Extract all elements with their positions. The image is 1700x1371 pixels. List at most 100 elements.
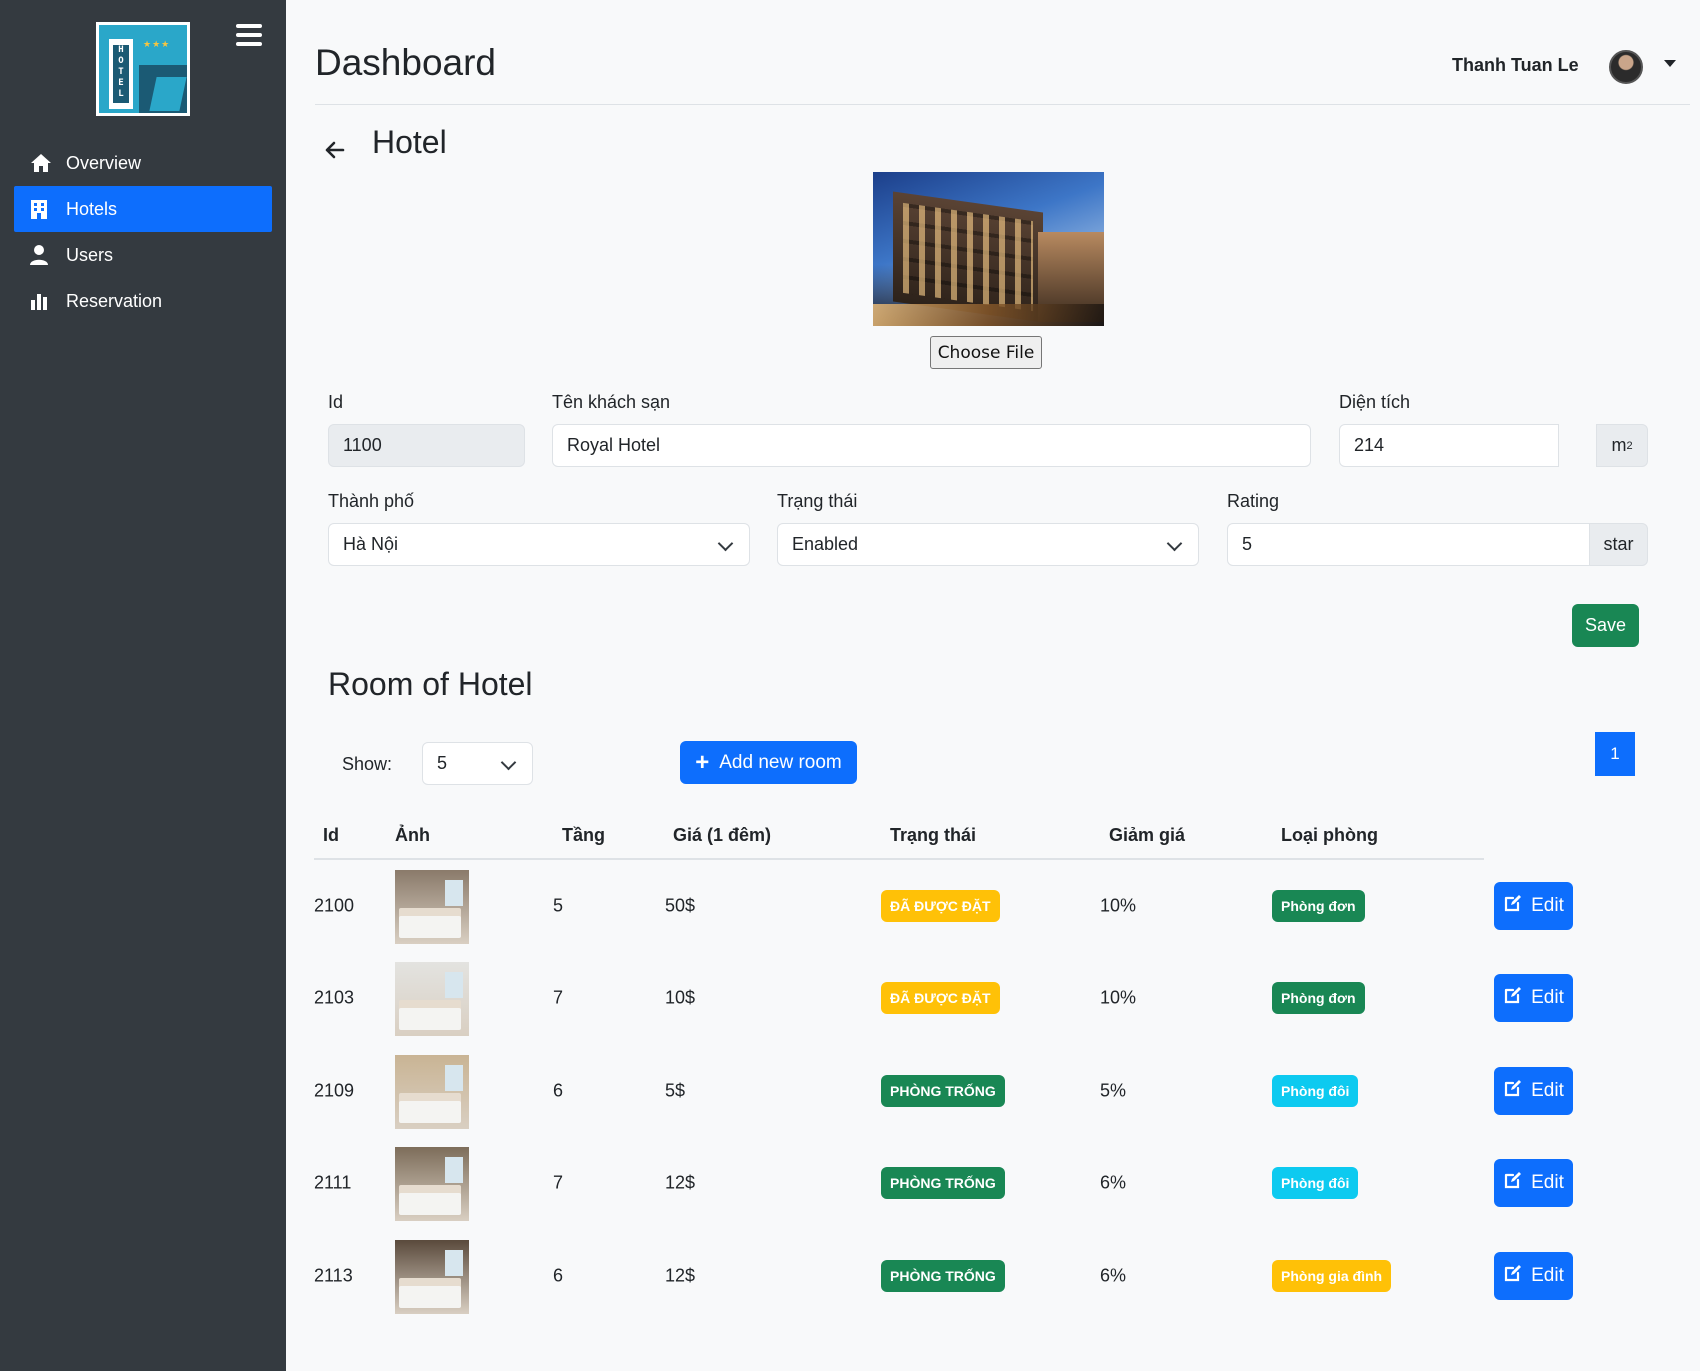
room-image	[395, 1240, 469, 1314]
sidebar-item-users[interactable]: Users	[14, 232, 272, 278]
room-id: 2109	[314, 1080, 355, 1101]
edit-room-button[interactable]: Edit	[1494, 1159, 1573, 1207]
sidebar-item-label: Hotels	[66, 198, 118, 219]
edit-room-button[interactable]: Edit	[1494, 974, 1573, 1022]
room-status-badge: ĐÃ ĐƯỢC ĐẶT	[881, 982, 1000, 1014]
city-value: Hà Nội	[343, 534, 399, 554]
room-status-badge: ĐÃ ĐƯỢC ĐẶT	[881, 890, 1000, 922]
rating-unit: star	[1589, 523, 1648, 566]
room-price: 12$	[665, 1172, 696, 1193]
col-header-room-type: Loại phòng	[1281, 825, 1378, 845]
id-value: 1100	[343, 435, 382, 455]
table-row: 2113 6 12$ PHÒNG TRỐNG 6% Phòng gia đình Edit	[0, 1230, 1700, 1322]
room-id: 2103	[314, 987, 355, 1008]
room-discount: 6%	[1100, 1265, 1127, 1286]
table-row: 2111 7 12$ PHÒNG TRỐNG 6% Phòng đôi Edit	[0, 1137, 1700, 1229]
rooms-title: Room of Hotel	[328, 666, 533, 702]
edit-icon	[1503, 893, 1531, 919]
area-input[interactable]: 214	[1339, 424, 1559, 467]
area-unit-base: m	[1611, 435, 1627, 455]
room-price: 5$	[665, 1080, 686, 1101]
room-floor: 5	[553, 895, 564, 916]
menu-toggle-icon[interactable]	[236, 24, 262, 48]
add-room-label: Add new room	[719, 751, 842, 773]
hotel-name-label: Tên khách sạn	[552, 392, 671, 412]
table-row: 2103 7 10$ ĐÃ ĐƯỢC ĐẶT 10% Phòng đơn Edit	[0, 952, 1700, 1044]
table-row: 2100 5 50$ ĐÃ ĐƯỢC ĐẶT 10% Phòng đơn Edit	[0, 860, 1700, 952]
sidebar-nav: Overview Hotels Users Reservation	[14, 140, 272, 324]
page-size-select[interactable]: 5	[422, 742, 533, 785]
building-icon	[30, 199, 60, 219]
hotel-logo[interactable]: HOTEL ★★★	[96, 22, 190, 116]
id-field: 1100	[328, 424, 525, 467]
status-value: Enabled	[792, 534, 859, 554]
home-icon	[30, 153, 60, 173]
sidebar-item-hotels[interactable]: Hotels	[14, 186, 272, 232]
room-discount: 6%	[1100, 1172, 1127, 1193]
sidebar-item-reservation[interactable]: Reservation	[14, 278, 272, 324]
sidebar-item-overview[interactable]: Overview	[14, 140, 272, 186]
room-discount: 10%	[1100, 895, 1137, 916]
edit-room-button[interactable]: Edit	[1494, 1252, 1573, 1300]
city-select[interactable]: Hà Nội	[328, 523, 750, 566]
choose-file-button[interactable]: Choose File	[930, 336, 1042, 369]
user-name[interactable]: Thanh Tuan Le	[1452, 55, 1579, 76]
room-price: 50$	[665, 895, 696, 916]
room-type-badge: Phòng đơn	[1272, 982, 1365, 1014]
room-image	[395, 962, 469, 1036]
room-type-badge: Phòng đôi	[1272, 1075, 1359, 1107]
page-title: Dashboard	[315, 42, 497, 83]
room-price: 12$	[665, 1265, 696, 1286]
room-discount: 10%	[1100, 987, 1137, 1008]
room-status-badge: PHÒNG TRỐNG	[881, 1167, 1005, 1199]
caret-down-icon[interactable]	[1664, 60, 1676, 67]
edit-icon	[1503, 1170, 1531, 1196]
id-label: Id	[328, 392, 344, 412]
section-title: Hotel	[372, 124, 447, 160]
area-label: Diện tích	[1339, 392, 1411, 412]
page-size-value: 5	[437, 753, 448, 773]
edit-icon	[1503, 1263, 1531, 1289]
room-status-badge: PHÒNG TRỐNG	[881, 1260, 1005, 1292]
sidebar-item-label: Reservation	[66, 290, 163, 311]
room-floor: 6	[553, 1080, 564, 1101]
col-header-status: Trạng thái	[890, 825, 977, 845]
edit-label: Edit	[1531, 1172, 1564, 1193]
rating-value: 5	[1242, 534, 1253, 554]
room-image	[395, 1055, 469, 1129]
edit-icon	[1503, 985, 1531, 1011]
room-image	[395, 1147, 469, 1221]
status-select[interactable]: Enabled	[777, 523, 1199, 566]
room-id: 2100	[314, 895, 355, 916]
rating-label: Rating	[1227, 491, 1280, 511]
city-label: Thành phố	[328, 491, 415, 511]
header-divider	[315, 104, 1690, 105]
sidebar-item-label: Users	[66, 244, 114, 265]
room-type-badge: Phòng gia đình	[1272, 1260, 1392, 1292]
hotel-name-input[interactable]: Royal Hotel	[552, 424, 1311, 467]
pagination-page-1[interactable]: 1	[1595, 732, 1635, 776]
hotel-name-value: Royal Hotel	[567, 435, 661, 455]
rating-input[interactable]: 5	[1227, 523, 1590, 566]
avatar[interactable]	[1609, 50, 1643, 84]
bar-chart-icon	[30, 292, 60, 310]
room-price: 10$	[665, 987, 696, 1008]
add-room-button[interactable]: + Add new room	[680, 741, 857, 784]
edit-label: Edit	[1531, 987, 1564, 1008]
save-button[interactable]: Save	[1572, 604, 1639, 647]
room-discount: 5%	[1100, 1080, 1127, 1101]
back-arrow-icon[interactable]	[325, 134, 345, 166]
plus-icon: +	[695, 748, 710, 776]
room-id: 2111	[314, 1172, 352, 1193]
room-floor: 6	[553, 1265, 564, 1286]
room-floor: 7	[553, 1172, 564, 1193]
room-type-badge: Phòng đơn	[1272, 890, 1365, 922]
edit-room-button[interactable]: Edit	[1494, 1067, 1573, 1115]
col-header-price: Giá (1 đêm)	[673, 825, 772, 845]
table-row: 2109 6 5$ PHÒNG TRỐNG 5% Phòng đôi Edit	[0, 1045, 1700, 1137]
col-header-discount: Giảm giá	[1109, 825, 1186, 845]
edit-room-button[interactable]: Edit	[1494, 882, 1573, 930]
col-header-floor: Tầng	[562, 825, 605, 845]
room-status-badge: PHÒNG TRỐNG	[881, 1075, 1005, 1107]
user-icon	[30, 245, 60, 265]
